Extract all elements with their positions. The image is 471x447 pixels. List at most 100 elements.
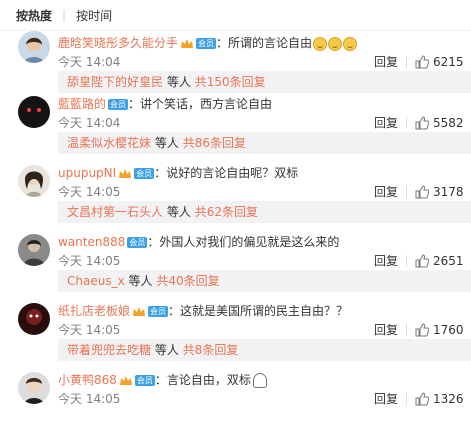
tab-by-hot[interactable]: 按热度: [16, 7, 52, 24]
thumbs-up-icon: [415, 115, 429, 129]
reply-button[interactable]: 回复: [374, 53, 398, 70]
sub-reply-etc: 等人: [154, 136, 179, 150]
comment-time: 今天 14:04: [58, 116, 121, 130]
comment-text: 言论自由，双标: [166, 373, 251, 387]
like-button[interactable]: 2651: [415, 254, 471, 268]
sub-reply-total[interactable]: 共86条回复: [183, 136, 246, 150]
comment-username[interactable]: 藍藍路的: [58, 97, 106, 111]
divider: [406, 254, 407, 267]
comment-text: 所谓的言论自由: [228, 36, 313, 50]
divider: [406, 116, 407, 129]
reply-button[interactable]: 回复: [374, 390, 398, 407]
comment-username[interactable]: 纸扎店老板娘: [58, 304, 130, 318]
comment-item: wanten888 会员 ：外国人对我们的偏见就是这么来的 今天 14:05 回复 …: [0, 230, 471, 299]
comment-username[interactable]: 鹿晗笑晓彤多久能分手: [58, 36, 178, 50]
comment-content: upupupNI 会员 ：说好的言论自由呢？双标: [58, 166, 299, 180]
comment-text: 外国人对我们的偏见就是这么来的: [159, 235, 340, 249]
divider: [406, 55, 407, 68]
vip-badge-icon: 会员: [127, 237, 148, 248]
comment-item: 小黄鸭868 会员 ：言论自由，双标 今天 14:05 回复 1326: [0, 368, 471, 437]
like-count: 6215: [433, 54, 464, 69]
avatar[interactable]: [18, 165, 50, 197]
sub-reply-username[interactable]: 带着兜兜去吃糖: [67, 343, 151, 357]
thumbs-up-icon: [415, 391, 429, 405]
comment-time: 今天 14:05: [58, 392, 121, 406]
comment-text: 说好的言论自由呢？双标: [166, 166, 299, 180]
like-button[interactable]: 3178: [415, 185, 471, 199]
tab-separator: |: [62, 8, 67, 22]
like-count: 3178: [433, 184, 464, 199]
like-count: 2651: [433, 253, 464, 268]
comment-time: 今天 14:05: [58, 185, 121, 199]
thumbs-up-icon: [415, 184, 429, 198]
crown-icon: [181, 38, 194, 48]
reply-button[interactable]: 回复: [374, 252, 398, 269]
avatar[interactable]: [18, 234, 50, 266]
divider: [406, 392, 407, 405]
comment-time: 今天 14:05: [58, 254, 121, 268]
comment-item: 纸扎店老板娘 会员 ：这就是美国所谓的民主自由？？ 今天 14:05 回复 1760…: [0, 299, 471, 368]
thumbs-up-icon: [415, 54, 429, 68]
comment-content: 纸扎店老板娘 会员 ：这就是美国所谓的民主自由？？: [58, 304, 349, 318]
avatar[interactable]: [18, 96, 50, 128]
divider: [406, 185, 407, 198]
comment-username[interactable]: upupupNI: [58, 166, 116, 180]
reply-button[interactable]: 回复: [374, 114, 398, 131]
thumbs-up-icon: [415, 253, 429, 267]
vip-badge-icon: 会员: [134, 168, 155, 179]
smile-icon: [343, 36, 358, 51]
like-count: 1760: [433, 322, 464, 337]
comment-content: wanten888 会员 ：外国人对我们的偏见就是这么来的: [58, 235, 340, 249]
crown-icon: [119, 168, 132, 178]
sub-reply-summary[interactable]: 文昌村第一石头人 等人 共62条回复: [58, 201, 471, 223]
sub-reply-total[interactable]: 共40条回复: [156, 274, 219, 288]
sort-tabs: 按热度 | 按时间: [0, 0, 471, 31]
comment-item: 藍藍路的 会员 ：讲个笑话，西方言论自由 今天 14:04 回复 5582 温柔似水…: [0, 92, 471, 161]
like-count: 5582: [433, 115, 464, 130]
divider: [406, 323, 407, 336]
vip-badge-icon: 会员: [148, 306, 169, 317]
comment-actions: 回复 1760: [374, 321, 471, 338]
like-button[interactable]: 5582: [415, 116, 471, 130]
comment-content: 小黄鸭868 会员 ：言论自由，双标: [58, 371, 267, 388]
like-count: 1326: [433, 391, 464, 406]
vip-badge-icon: 会员: [196, 38, 217, 49]
like-button[interactable]: 1760: [415, 323, 471, 337]
tab-by-time[interactable]: 按时间: [76, 7, 112, 24]
comment-actions: 回复 1326: [374, 390, 471, 407]
comment-actions: 回复 3178: [374, 183, 471, 200]
comment-username[interactable]: wanten888: [58, 235, 125, 249]
comment-username[interactable]: 小黄鸭868: [58, 373, 117, 387]
sub-reply-total[interactable]: 共150条回复: [195, 75, 266, 89]
comment-content: 藍藍路的 会员 ：讲个笑话，西方言论自由: [58, 97, 273, 111]
sub-reply-summary[interactable]: 带着兜兜去吃糖 等人 共8条回复: [58, 339, 471, 361]
comment-text: 讲个笑话，西方言论自由: [140, 97, 273, 111]
like-button[interactable]: 1326: [415, 392, 471, 406]
smile-icon: [313, 36, 328, 51]
comment-time: 今天 14:05: [58, 323, 121, 337]
sub-reply-total[interactable]: 共8条回复: [183, 343, 239, 357]
sub-reply-summary[interactable]: 舔皇陛下的好皇民 等人 共150条回复: [58, 71, 471, 93]
sub-reply-etc: 等人: [166, 205, 191, 219]
sub-reply-username[interactable]: 温柔似水樱花妹: [67, 136, 151, 150]
sub-reply-username[interactable]: 文昌村第一石头人: [67, 205, 163, 219]
sub-reply-total[interactable]: 共62条回复: [195, 205, 258, 219]
comment-time: 今天 14:04: [58, 55, 121, 69]
reply-button[interactable]: 回复: [374, 183, 398, 200]
comment-item: upupupNI 会员 ：说好的言论自由呢？双标 今天 14:05 回复 3178 …: [0, 161, 471, 230]
avatar[interactable]: [18, 372, 50, 404]
avatar[interactable]: [18, 303, 50, 335]
crown-icon: [119, 375, 132, 385]
sub-reply-summary[interactable]: Chaeus_x 等人 共40条回复: [58, 270, 471, 292]
avatar[interactable]: [18, 31, 50, 63]
vip-badge-icon: 会员: [108, 99, 129, 110]
crown-icon: [133, 306, 146, 316]
sub-reply-username[interactable]: 舔皇陛下的好皇民: [67, 75, 163, 89]
comment-item: 鹿晗笑晓彤多久能分手 会员 ：所谓的言论自由 今天 14:04 回复 6215 舔皇…: [0, 31, 471, 93]
thumbs-up-icon: [415, 322, 429, 336]
like-button[interactable]: 6215: [415, 55, 471, 69]
comment-actions: 回复 5582: [374, 114, 471, 131]
reply-button[interactable]: 回复: [374, 321, 398, 338]
sub-reply-username[interactable]: Chaeus_x: [67, 274, 125, 288]
sub-reply-summary[interactable]: 温柔似水樱花妹 等人 共86条回复: [58, 132, 471, 154]
